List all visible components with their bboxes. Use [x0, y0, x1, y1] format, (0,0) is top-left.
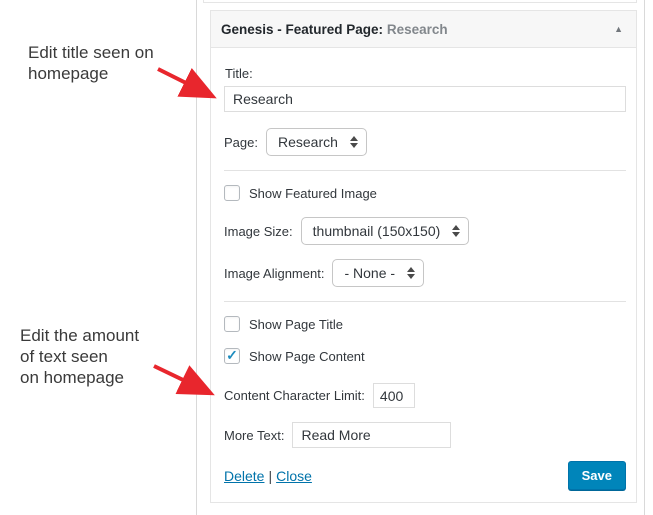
show-page-content-checkbox[interactable]: ✓ [224, 348, 240, 364]
select-stepper-icon [349, 136, 358, 148]
select-stepper-icon [452, 225, 461, 237]
show-page-content-label: Show Page Content [249, 348, 365, 364]
delete-link[interactable]: Delete [224, 468, 264, 484]
page-field-label: Page: [224, 134, 258, 150]
image-alignment-label: Image Alignment: [224, 265, 325, 281]
image-size-select[interactable]: thumbnail (150x150) [300, 217, 470, 245]
image-alignment-select[interactable]: - None - [332, 259, 425, 287]
show-page-title-label: Show Page Title [249, 316, 343, 332]
more-text-label: More Text: [224, 427, 285, 443]
widget-area-border-right [644, 0, 645, 515]
widget-title-page-name: Research [386, 21, 448, 37]
content-character-limit-label: Content Character Limit: [224, 388, 365, 403]
checkmark-icon: ✓ [226, 347, 238, 363]
link-separator: | [268, 467, 273, 484]
image-size-select-value: thumbnail (150x150) [312, 223, 441, 239]
more-text-input[interactable] [292, 422, 452, 448]
divider [224, 301, 626, 302]
annotation-line: of text seen [20, 347, 108, 366]
title-input[interactable] [224, 86, 626, 112]
featured-page-widget: Genesis - Featured Page: Research ▲ Titl… [210, 10, 637, 503]
divider [224, 170, 626, 171]
previous-widget-edge [203, 0, 637, 3]
widget-footer: Delete | Close Save [224, 461, 626, 503]
annotation-line: homepage [28, 64, 109, 83]
footer-links: Delete | Close [224, 468, 312, 484]
collapse-arrow-icon[interactable]: ▲ [614, 24, 623, 34]
widget-title-text: Genesis - Featured Page: [221, 21, 384, 37]
arrow-to-title-input [157, 67, 217, 99]
annotation-edit-title: Edit title seen on homepage [28, 42, 154, 84]
annotation-line: Edit the amount [20, 326, 140, 345]
widget-header[interactable]: Genesis - Featured Page: Research ▲ [211, 11, 636, 48]
content-character-limit-input[interactable] [372, 383, 415, 408]
widget-title: Genesis - Featured Page: Research [221, 22, 448, 37]
widget-body: Title: Page: Research Show Featured Imag… [211, 48, 636, 503]
annotation-line: on homepage [20, 368, 124, 387]
page-select[interactable]: Research [265, 128, 367, 156]
save-button[interactable]: Save [567, 461, 626, 490]
annotation-edit-text-amount: Edit the amount of text seen on homepage [20, 325, 139, 388]
show-featured-image-label: Show Featured Image [249, 185, 377, 201]
show-page-title-checkbox[interactable] [224, 316, 240, 332]
close-link[interactable]: Close [276, 468, 312, 484]
page-select-value: Research [277, 134, 338, 150]
title-field-label: Title: [225, 66, 253, 81]
image-alignment-select-value: - None - [344, 265, 396, 281]
widget-area-border-left [196, 0, 197, 515]
select-stepper-icon [407, 267, 416, 279]
annotation-line: Edit title seen on [28, 43, 154, 62]
show-featured-image-checkbox[interactable] [224, 185, 240, 201]
image-size-label: Image Size: [224, 223, 293, 239]
